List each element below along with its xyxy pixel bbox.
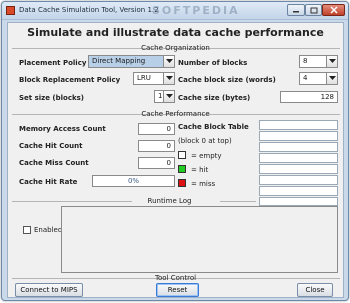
replacement-policy-select[interactable]: LRU bbox=[133, 72, 175, 85]
memory-access-count-label: Memory Access Count bbox=[19, 125, 106, 133]
page-title: Simulate and illustrate data cache perfo… bbox=[27, 26, 324, 39]
set-size-label: Set size (blocks) bbox=[19, 94, 84, 102]
placement-policy-value: Direct Mapping bbox=[92, 57, 146, 65]
legend-miss-label: = miss bbox=[191, 180, 216, 188]
cache-block-row bbox=[259, 186, 338, 196]
chevron-down-icon[interactable] bbox=[326, 73, 337, 84]
memory-access-count-field: 0 bbox=[138, 123, 175, 135]
number-of-blocks-label: Number of blocks bbox=[178, 59, 248, 67]
maximize-button[interactable] bbox=[305, 4, 322, 16]
legend-swatch-empty bbox=[178, 151, 186, 159]
cache-size-label: Cache size (bytes) bbox=[178, 94, 251, 102]
minimize-icon bbox=[293, 11, 299, 13]
legend-empty-label: = empty bbox=[191, 152, 222, 160]
cache-hit-rate-label: Cache Hit Rate bbox=[19, 178, 78, 186]
enabled-label: Enabled bbox=[34, 226, 63, 234]
cache-performance-title: Cache Performance bbox=[141, 110, 210, 118]
set-size-select[interactable]: 1 bbox=[154, 90, 175, 103]
runtime-log-title: Runtime Log bbox=[147, 197, 192, 205]
close-window-button[interactable] bbox=[322, 4, 345, 16]
chevron-down-icon[interactable] bbox=[163, 91, 174, 102]
cache-size-field: 128 bbox=[280, 91, 338, 103]
cache-miss-count-field: 0 bbox=[138, 157, 175, 169]
block-size-label: Cache block size (words) bbox=[178, 76, 276, 84]
number-of-blocks-value: 8 bbox=[303, 57, 308, 65]
app-icon bbox=[6, 6, 15, 15]
cache-block-row bbox=[259, 142, 338, 152]
cache-hit-rate-field: 0% bbox=[92, 175, 175, 187]
chevron-down-icon[interactable] bbox=[163, 73, 174, 84]
block-table-title: Cache Block Table bbox=[178, 123, 249, 131]
set-size-value: 1 bbox=[158, 92, 163, 100]
cache-block-row bbox=[259, 120, 338, 130]
legend-swatch-miss bbox=[178, 179, 186, 187]
replacement-policy-label: Block Replacement Policy bbox=[19, 76, 121, 84]
tool-control-title: Tool Control bbox=[154, 274, 197, 282]
replacement-policy-value: LRU bbox=[137, 74, 151, 82]
cache-block-row bbox=[259, 164, 338, 174]
cache-hit-count-field: 0 bbox=[138, 140, 175, 152]
chevron-down-icon[interactable] bbox=[163, 56, 174, 67]
legend-hit-label: = hit bbox=[191, 166, 209, 174]
enabled-checkbox[interactable] bbox=[23, 226, 31, 234]
block-table-subtitle: (block 0 at top) bbox=[178, 137, 232, 145]
cache-block-row bbox=[259, 153, 338, 163]
watermark-text: SOFTPEDIA bbox=[152, 4, 240, 17]
window-title: Data Cache Simulation Tool, Version 1.2 bbox=[19, 6, 159, 14]
placement-policy-select[interactable]: Direct Mapping bbox=[88, 55, 175, 68]
close-button[interactable]: Close bbox=[297, 283, 333, 297]
reset-button[interactable]: Reset bbox=[156, 283, 199, 297]
close-icon bbox=[329, 6, 338, 14]
block-size-value: 4 bbox=[303, 74, 308, 82]
main-panel: Simulate and illustrate data cache perfo… bbox=[7, 22, 344, 298]
app-window: Data Cache Simulation Tool, Version 1.2 … bbox=[1, 1, 349, 301]
cache-miss-count-label: Cache Miss Count bbox=[19, 159, 89, 167]
legend-swatch-hit bbox=[178, 165, 186, 173]
cache-block-row bbox=[259, 175, 338, 185]
block-size-select[interactable]: 4 bbox=[299, 72, 338, 85]
maximize-icon bbox=[310, 7, 317, 13]
connect-to-mips-button[interactable]: Connect to MIPS bbox=[15, 283, 83, 297]
minimize-button[interactable] bbox=[287, 4, 305, 16]
placement-policy-label: Placement Policy bbox=[19, 59, 87, 67]
runtime-log-area[interactable] bbox=[61, 206, 338, 273]
cache-hit-count-label: Cache Hit Count bbox=[19, 142, 83, 150]
chevron-down-icon[interactable] bbox=[326, 56, 337, 67]
number-of-blocks-select[interactable]: 8 bbox=[299, 55, 338, 68]
cache-block-row bbox=[259, 131, 338, 141]
title-bar: Data Cache Simulation Tool, Version 1.2 … bbox=[2, 2, 348, 20]
cache-organization-title: Cache Organization bbox=[141, 44, 210, 52]
